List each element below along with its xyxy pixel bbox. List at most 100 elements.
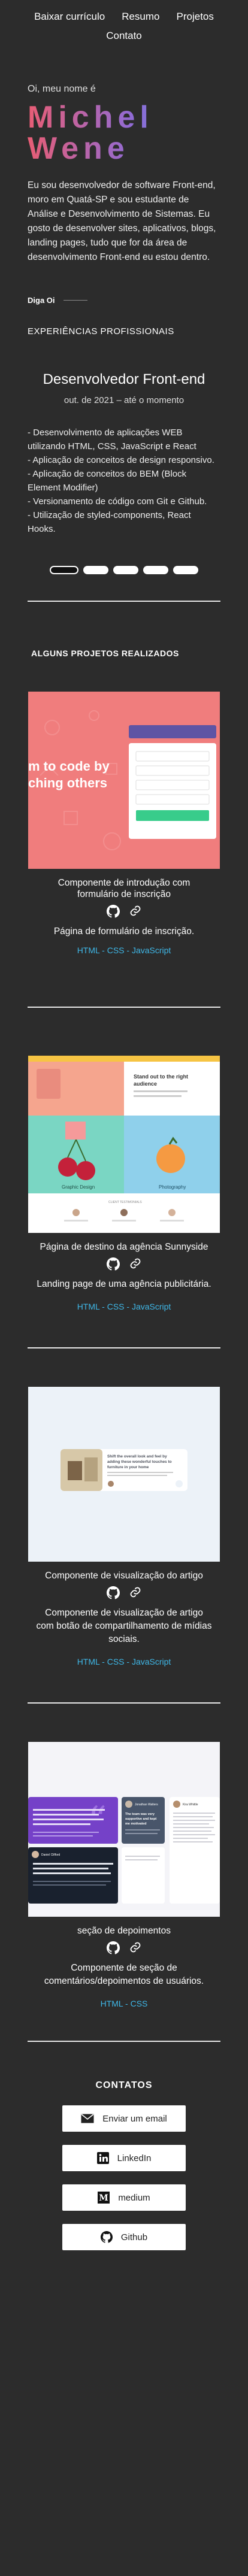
portfolio-page: Baixar currículo Resumo Projetos Contato… [0,0,248,2576]
contact-email-label: Enviar um email [102,2113,167,2124]
project-links [0,1941,248,1954]
project-description: Componente de seção de comentários/depoi… [44,1963,204,1986]
project-card-4: “ Jonathan Walters The team was very sup… [0,1742,248,2008]
top-nav: Baixar currículo Resumo Projetos Contato [0,0,248,42]
greeting: Oi, meu nome é [28,84,96,94]
section-divider [28,1007,220,1008]
experience-list: - Desenvolvimento de aplicações WEB util… [28,426,220,536]
project-links [0,1586,248,1599]
project-card-1: m to code by ching others Componente de … [0,692,248,955]
shot-name-2: Jonathan Walters [135,1803,158,1807]
project-screenshot[interactable]: m to code by ching others [28,692,220,869]
intro-text: Eu sou desenvolvedor de software Front-e… [28,180,216,262]
shot-heading: Stand out to the right [134,1074,188,1080]
project-title: seção de depoimentos [77,1926,171,1936]
svg-text:me motivated: me motivated [125,1822,146,1826]
say-hi-link[interactable]: Diga Oi [28,296,220,305]
carousel-dot-1[interactable] [50,566,78,574]
github-icon[interactable] [107,1941,120,1954]
contact-email-button[interactable]: Enviar um email [62,2105,186,2132]
svg-text:audience: audience [134,1081,157,1087]
project-screenshot[interactable]: Shift the overall look and feel by addin… [28,1387,220,1562]
svg-text:Kira Whittle: Kira Whittle [183,1803,198,1807]
svg-text:Graphic Design: Graphic Design [62,1184,95,1190]
project-title: Componente de introdução com formulário … [58,878,190,899]
experience-item: - Aplicação de conceitos de design respo… [28,455,214,465]
contacts-title: CONTATOS [95,2080,153,2090]
carousel-dots [0,566,248,574]
shot-heading: Shift the overall look and feel by [107,1454,167,1459]
linkedin-icon [96,2152,109,2164]
experience-item: - Versionamento de código com Git e Gith… [28,496,207,507]
shot-headline-2: ching others [28,775,107,790]
link-icon[interactable] [129,1257,141,1269]
link-icon[interactable] [129,905,141,917]
projects-section-label: ALGUNS PROJETOS REALIZADOS [31,648,179,658]
nav-resumo[interactable]: Resumo [122,11,159,23]
project-screenshot[interactable]: Stand out to the right audience Graphic … [28,1056,220,1233]
carousel-dot-5[interactable] [173,566,198,574]
experience-item: - Utilização de styled-components, React… [28,510,191,534]
project-tech: HTML - CSS - JavaScript [77,945,171,955]
project-tech: HTML - CSS - JavaScript [77,1657,171,1666]
github-icon[interactable] [107,1257,120,1271]
hero-section: Oi, meu nome é Michel Wene Eu sou desenv… [0,84,248,536]
carousel-dot-4[interactable] [143,566,168,574]
project-4-preview-svg: “ Jonathan Walters The team was very sup… [28,1742,220,1917]
say-hi-label: Diga Oi [28,296,55,305]
nav-projetos[interactable]: Projetos [177,11,214,23]
section-divider [28,1702,220,1704]
contact-medium-label: medium [118,2192,150,2203]
contacts-section: CONTATOS Enviar um email LinkedIn M medi… [0,2080,248,2250]
project-2-preview-svg: Stand out to the right audience Graphic … [28,1056,220,1233]
contact-medium-button[interactable]: M medium [62,2184,186,2211]
project-description: Componente de visualização de artigo com… [36,1608,212,1644]
carousel-dot-2[interactable] [83,566,108,574]
contact-linkedin-label: LinkedIn [117,2153,152,2163]
svg-text:CLIENT TESTIMONIALS: CLIENT TESTIMONIALS [108,1201,142,1204]
mail-icon [81,2114,94,2123]
contact-linkedin-button[interactable]: LinkedIn [62,2145,186,2171]
contact-github-button[interactable]: Github [62,2224,186,2250]
experience-item: - Desenvolvimento de aplicações WEB util… [28,428,196,451]
project-description: Página de formulário de inscrição. [53,926,195,937]
svg-text:Daniel Clifford: Daniel Clifford [41,1853,61,1857]
nav-contato[interactable]: Contato [106,30,142,42]
section-divider [28,1347,220,1348]
project-tech: HTML - CSS [100,1999,148,2008]
project-screenshot[interactable]: “ Jonathan Walters The team was very sup… [28,1742,220,1917]
carousel-dot-3[interactable] [113,566,138,574]
section-divider [28,601,220,602]
experience-section-label: EXPERIÊNCIAS PROFISSIONAIS [28,326,174,337]
svg-text:furniture in your home: furniture in your home [107,1465,149,1469]
project-title: Componente de visualização do artigo [45,1571,203,1581]
project-description: Landing page de uma agência publicitária… [37,1279,211,1289]
project-3-preview-svg: Shift the overall look and feel by addin… [28,1387,220,1562]
svg-text:supportive and kept: supportive and kept [125,1817,156,1821]
project-1-preview-svg: m to code by ching others [28,692,220,869]
name-line-2: Wene [28,133,220,164]
project-links [0,905,248,918]
shot-headline-1: m to code by [28,759,110,774]
svg-text:Photography: Photography [159,1184,186,1190]
svg-text:adding these wonderful touches: adding these wonderful touches to [107,1460,172,1464]
contact-github-label: Github [120,2232,148,2242]
say-hi-line [63,300,87,301]
name-line-1: Michel [28,102,220,133]
experience-title: Desenvolvedor Front-end [43,371,205,387]
link-icon[interactable] [129,1586,141,1598]
project-title: Página de destino da agência Sunnyside [40,1242,208,1252]
link-icon[interactable] [129,1941,141,1953]
github-icon [100,2231,113,2243]
svg-text:M: M [99,2193,109,2203]
experience-item: - Aplicação de conceitos do BEM (Block E… [28,469,187,493]
project-card-3: Shift the overall look and feel by addin… [0,1387,248,1666]
project-card-2: Stand out to the right audience Graphic … [0,1056,248,1311]
github-icon[interactable] [107,905,120,918]
nav-download-cv[interactable]: Baixar currículo [34,11,105,23]
experience-period: out. de 2021 – até o momento [63,395,185,405]
github-icon[interactable] [107,1586,120,1599]
project-tech: HTML - CSS - JavaScript [77,1302,171,1311]
project-links [0,1257,248,1271]
section-divider [28,2041,220,2042]
